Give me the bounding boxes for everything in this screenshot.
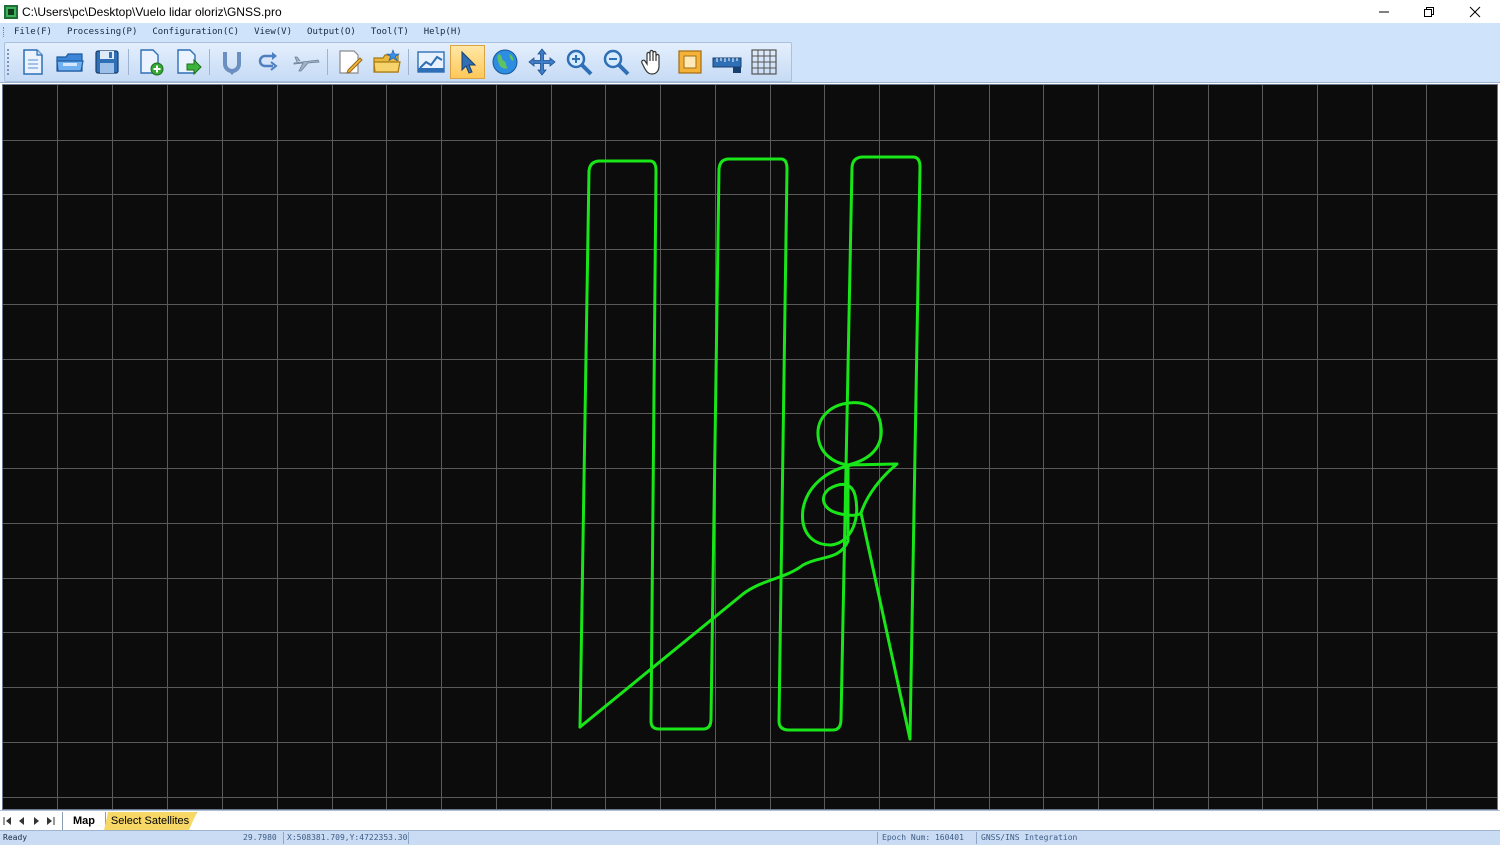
ruler-icon xyxy=(712,57,741,73)
tab-map[interactable]: Map xyxy=(62,812,106,830)
select-arrow-icon xyxy=(461,50,476,74)
folder-star-icon xyxy=(372,49,401,73)
map-grid xyxy=(3,85,1497,809)
edit-document-button[interactable] xyxy=(332,45,367,79)
status-divider xyxy=(283,832,284,844)
status-divider xyxy=(408,832,409,844)
globe-button[interactable] xyxy=(487,45,522,79)
menu-view[interactable]: View(V) xyxy=(247,27,300,37)
ruler-button[interactable] xyxy=(709,45,744,79)
grid-icon xyxy=(750,49,777,75)
menu-processing[interactable]: Processing(P) xyxy=(60,27,145,37)
toolbar-separator xyxy=(209,49,210,75)
add-file-button[interactable] xyxy=(133,45,168,79)
status-coordinates: X:508381.709,Y:4722353.30 xyxy=(287,833,408,842)
chart-button[interactable] xyxy=(413,45,448,79)
status-state: Ready xyxy=(3,833,28,842)
status-bar: Ready 29.7980 X:508381.709,Y:4722353.30 … xyxy=(0,830,1500,845)
tab-map-label: Map xyxy=(73,815,95,827)
status-divider xyxy=(976,832,977,844)
select-button[interactable] xyxy=(450,45,485,79)
add-file-icon xyxy=(139,49,163,76)
open-folder-icon xyxy=(55,53,84,72)
globe-icon xyxy=(492,49,517,75)
status-epoch: Epoch Num: 160401 xyxy=(882,833,964,842)
redo-icon xyxy=(258,52,278,71)
menu-file[interactable]: File(F) xyxy=(7,27,60,37)
export-icon xyxy=(176,49,202,76)
folder-star-button[interactable] xyxy=(369,45,404,79)
toolbar xyxy=(4,42,792,82)
tab-select-satellites[interactable]: Select Satellites xyxy=(104,812,197,830)
open-button[interactable] xyxy=(52,45,87,79)
status-mode: GNSS/INS Integration xyxy=(981,833,1078,842)
zoom-extent-icon xyxy=(677,50,702,74)
app-icon xyxy=(4,4,18,19)
zoom-out-button[interactable] xyxy=(598,45,633,79)
aircraft-icon xyxy=(293,56,320,72)
restore-icon xyxy=(1424,6,1434,17)
gnss-trajectory xyxy=(578,155,922,741)
menu-tool[interactable]: Tool(T) xyxy=(364,27,417,37)
first-tab-icon[interactable] xyxy=(2,814,14,828)
new-document-icon xyxy=(22,49,43,75)
zoom-in-icon xyxy=(566,49,592,76)
toolbar-grip[interactable] xyxy=(7,49,12,75)
title-bar: C:\Users\pc\Desktop\Vuelo lidar oloriz\G… xyxy=(0,0,1500,23)
zoom-out-icon xyxy=(603,49,629,76)
toolbar-separator xyxy=(327,49,328,75)
close-icon xyxy=(1469,6,1481,17)
toolbar-band xyxy=(0,40,1500,83)
status-divider xyxy=(877,832,878,844)
minimize-icon xyxy=(1379,11,1389,12)
new-button[interactable] xyxy=(15,45,50,79)
hand-button[interactable] xyxy=(635,45,670,79)
last-tab-icon[interactable] xyxy=(44,814,56,828)
magnet-icon xyxy=(222,52,241,76)
restore-button[interactable] xyxy=(1406,0,1452,23)
tab-select-satellites-label: Select Satellites xyxy=(110,815,190,827)
status-value: 29.7980 xyxy=(243,833,277,842)
menu-help[interactable]: Help(H) xyxy=(417,27,470,37)
hand-icon xyxy=(640,49,660,75)
save-button[interactable] xyxy=(89,45,124,79)
menu-bar: File(F) Processing(P) Configuration(C) V… xyxy=(0,23,1500,40)
close-button[interactable] xyxy=(1452,0,1498,23)
previous-tab-icon[interactable] xyxy=(16,814,28,828)
zoom-extent-button[interactable] xyxy=(672,45,707,79)
map-view[interactable] xyxy=(2,84,1498,810)
map-canvas[interactable] xyxy=(3,85,1497,809)
next-tab-icon[interactable] xyxy=(30,814,42,828)
menu-configuration[interactable]: Configuration(C) xyxy=(145,27,247,37)
tab-bar: Map Select Satellites xyxy=(0,810,1500,831)
magnet-button[interactable] xyxy=(214,45,249,79)
pan-button[interactable] xyxy=(524,45,559,79)
grid-button[interactable] xyxy=(746,45,781,79)
pan-arrows-icon xyxy=(527,48,556,76)
window-title: C:\Users\pc\Desktop\Vuelo lidar oloriz\G… xyxy=(22,4,282,19)
zoom-in-button[interactable] xyxy=(561,45,596,79)
aircraft-button[interactable] xyxy=(288,45,323,79)
chart-icon xyxy=(416,51,445,73)
redo-button[interactable] xyxy=(251,45,286,79)
minimize-button[interactable] xyxy=(1361,0,1407,23)
export-button[interactable] xyxy=(170,45,205,79)
toolbar-separator xyxy=(128,49,129,75)
save-icon xyxy=(94,50,119,74)
edit-document-icon xyxy=(338,50,363,74)
toolbar-separator xyxy=(408,49,409,75)
menu-output[interactable]: Output(O) xyxy=(300,27,364,37)
